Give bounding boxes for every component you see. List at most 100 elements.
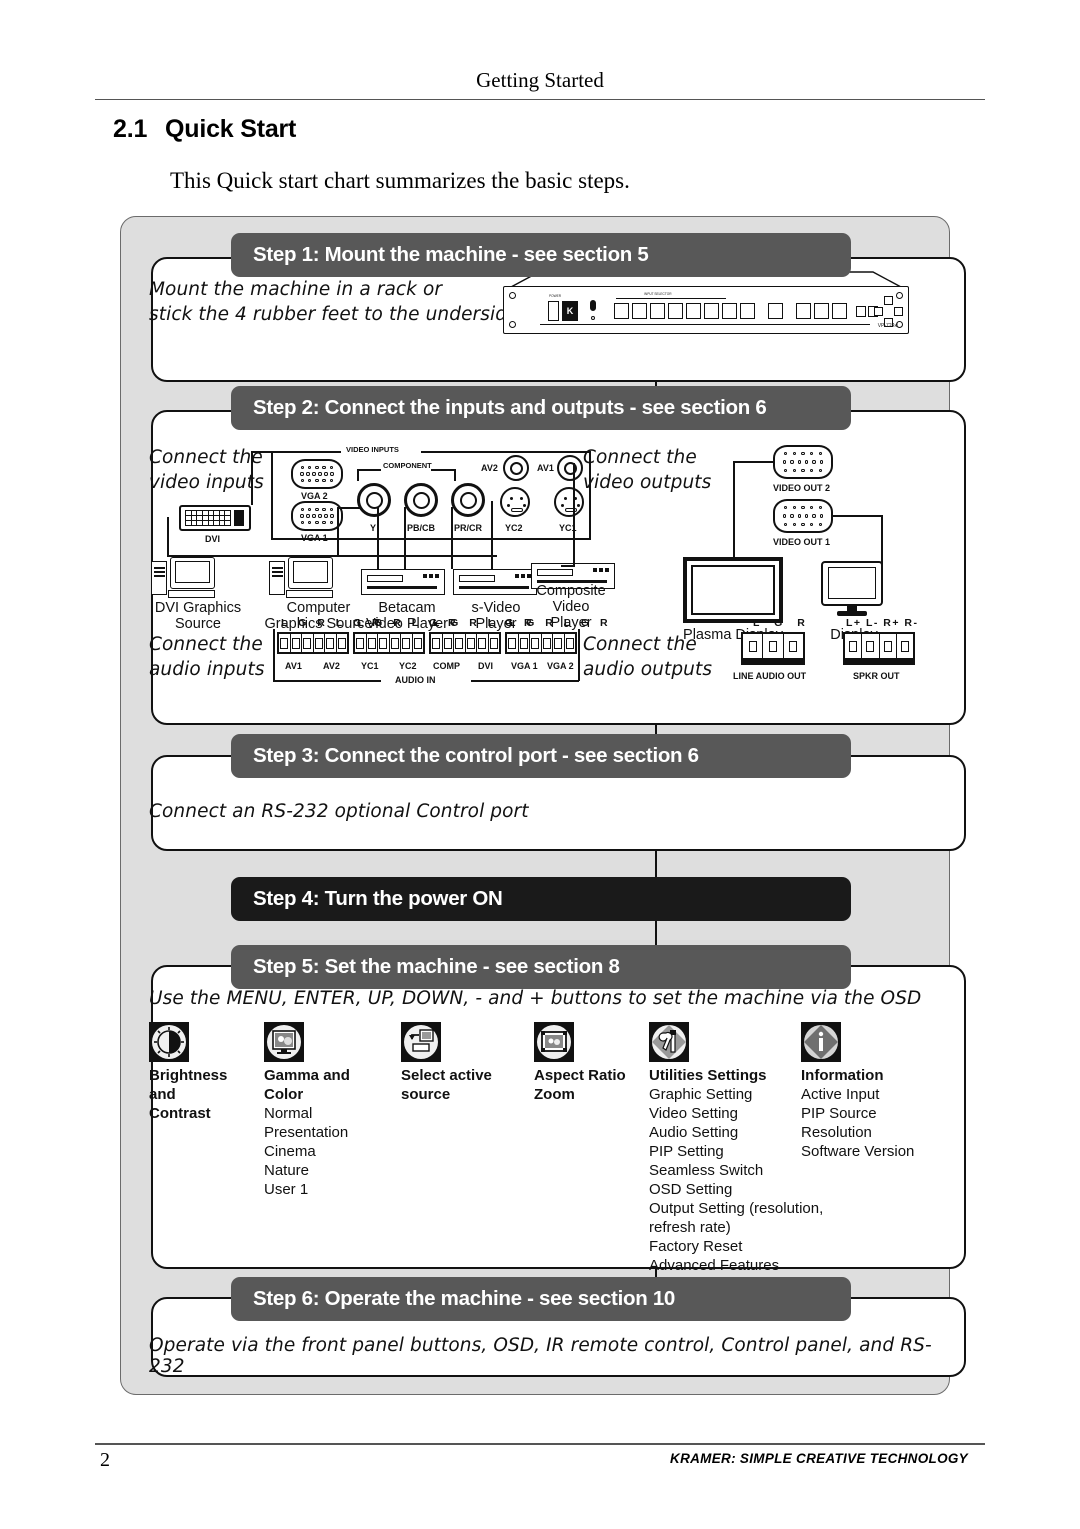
- line-audio-out-header: L G R: [753, 617, 811, 629]
- rack-button: [668, 303, 683, 319]
- av1-label: AV1: [537, 463, 554, 473]
- rack-button: [722, 303, 737, 319]
- video-out-1-label: VIDEO OUT 1: [773, 537, 831, 547]
- component-pr-label: PR/CR: [454, 523, 483, 533]
- gamma-color-icon: [264, 1022, 304, 1062]
- step1-label: Step 1: Mount the machine - see section …: [253, 243, 649, 266]
- rack-screw-tr: [896, 292, 903, 299]
- yc2-connector: [500, 487, 530, 517]
- dvi-label: DVI: [205, 534, 221, 544]
- section-title: Quick Start: [165, 115, 297, 143]
- dvi-connector: [179, 505, 251, 531]
- audio-in-label-comp: COMP: [433, 661, 460, 671]
- rack-led-2: [591, 316, 595, 320]
- rack-button: [686, 303, 701, 319]
- audio-inputs-caption: Connect the audio inputs: [149, 634, 265, 680]
- wire-composite-v: [573, 463, 575, 567]
- rack-input-selector-label: INPUT SELECTOR: [644, 292, 672, 296]
- osd-title: Information: [801, 1067, 884, 1084]
- running-head: Getting Started: [476, 68, 604, 92]
- audio-outputs-caption: Connect the audio outputs: [583, 634, 713, 680]
- wire-betacam-2: [404, 507, 406, 569]
- osd-column-utilities: Utilities Settings Graphic Setting Video…: [649, 1022, 824, 1275]
- page-title: 2.1 Quick Start: [113, 115, 296, 144]
- component-y-label: Y: [370, 523, 377, 533]
- rack-button: [814, 303, 829, 319]
- step4-header-bar: Step 4: Turn the power ON: [231, 877, 851, 921]
- connector-4-5: [655, 921, 657, 945]
- rack-button: [614, 303, 629, 319]
- video-out-2-label: VIDEO OUT 2: [773, 483, 831, 493]
- intro-paragraph: This Quick start chart summarizes the ba…: [170, 168, 630, 193]
- spkr-out-header: L+ L- R+ R-: [846, 617, 919, 629]
- wire-vga2-h: [251, 451, 291, 453]
- audio-in-bracket-right: [578, 629, 580, 681]
- wire-betacam-1: [377, 507, 379, 569]
- audio-in-label-yc1: YC1: [361, 661, 379, 671]
- connector-3-4: [655, 851, 657, 877]
- line-audio-out-base: [741, 660, 805, 665]
- rack-button-pip: [768, 303, 783, 319]
- computer-graphics-source-icon: [269, 557, 333, 599]
- audio-in-label-av2: AV2: [323, 661, 340, 671]
- video-inputs-group-label: VIDEO INPUTS: [346, 445, 399, 454]
- component-pb-label: PB/CB: [407, 523, 436, 533]
- rack-button: [796, 303, 811, 319]
- component-pb-connector: [404, 483, 438, 517]
- audio-in-diagram: L G R L G R L G R L G R L G R L G R L G …: [273, 617, 608, 713]
- step5-label: Step 5: Set the machine - see section 8: [253, 955, 620, 978]
- osd-item-list: Graphic Setting Video Setting Audio Sett…: [649, 1085, 824, 1275]
- information-icon: [801, 1022, 841, 1062]
- audio-in-block-3: [429, 632, 501, 654]
- page-number: 2: [100, 1449, 110, 1471]
- wire-vga1-h: [337, 507, 361, 509]
- spkr-out-label: SPKR OUT: [853, 671, 900, 681]
- audio-in-label-vga1: VGA 1: [511, 661, 538, 671]
- footer-divider: [95, 1443, 985, 1445]
- rack-model-label: VP-724xl: [877, 323, 898, 329]
- component-group-label: COMPONENT: [383, 461, 432, 470]
- rack-led-1: [590, 300, 596, 311]
- rack-button: [704, 303, 719, 319]
- audio-in-block-2: [353, 632, 425, 654]
- audio-in-bracket-b-l: [273, 680, 381, 682]
- audio-in-label-yc2: YC2: [399, 661, 417, 671]
- line-audio-out-block: [741, 632, 805, 660]
- step2-header-bar: Step 2: Connect the inputs and outputs -…: [231, 386, 851, 430]
- audio-in-block-4: [505, 632, 577, 654]
- display-monitor-icon: [821, 561, 883, 617]
- brightness-contrast-icon: [149, 1022, 189, 1062]
- rack-screw-bl: [509, 321, 516, 328]
- video-inputs-bracket-right: [589, 451, 591, 539]
- audio-in-bracket-left: [273, 629, 275, 681]
- rack-front-panel: POWER K INPUT SELECTOR VP-724xl: [503, 286, 909, 334]
- yc2-label: YC2: [505, 523, 523, 533]
- audio-in-lgr-4: L G R L G R: [509, 617, 612, 629]
- aspect-ratio-icon: [534, 1022, 574, 1062]
- wire-out2-h: [733, 461, 775, 463]
- step5-header-bar: Step 5: Set the machine - see section 8: [231, 945, 851, 989]
- yc1-connector: [554, 487, 584, 517]
- component-pr-connector: [451, 483, 485, 517]
- osd-title: Utilities Settings: [649, 1067, 767, 1084]
- rack-button: [832, 303, 847, 319]
- dvi-source-label: DVI Graphics Source: [154, 600, 242, 632]
- osd-item-output-setting: Output Setting (resolution, refresh rate…: [649, 1200, 824, 1236]
- vga2-label: VGA 2: [301, 491, 328, 501]
- step6-label: Step 6: Operate the machine - see sectio…: [253, 1287, 676, 1310]
- step1-line2: stick the 4 rubber feet to the underside: [149, 304, 519, 325]
- rack-nav-left: [874, 307, 883, 316]
- vga2-connector: [291, 459, 343, 489]
- video-out-2-connector: [773, 445, 833, 479]
- av1-connector: [557, 455, 583, 481]
- quick-start-flowchart: Step 1: Mount the machine - see section …: [120, 216, 966, 1395]
- video-inputs-bracket-top2: [421, 451, 591, 453]
- rack-button: [632, 303, 647, 319]
- component-bracket-r: [454, 469, 456, 481]
- audio-in-block-1: [277, 632, 349, 654]
- line-audio-out-label: LINE AUDIO OUT: [733, 671, 807, 681]
- audio-in-label-dvi: DVI: [478, 661, 494, 671]
- vga1-connector: [291, 501, 343, 531]
- step6-header-bar: Step 6: Operate the machine - see sectio…: [231, 1277, 851, 1321]
- wire-dvi: [167, 517, 169, 557]
